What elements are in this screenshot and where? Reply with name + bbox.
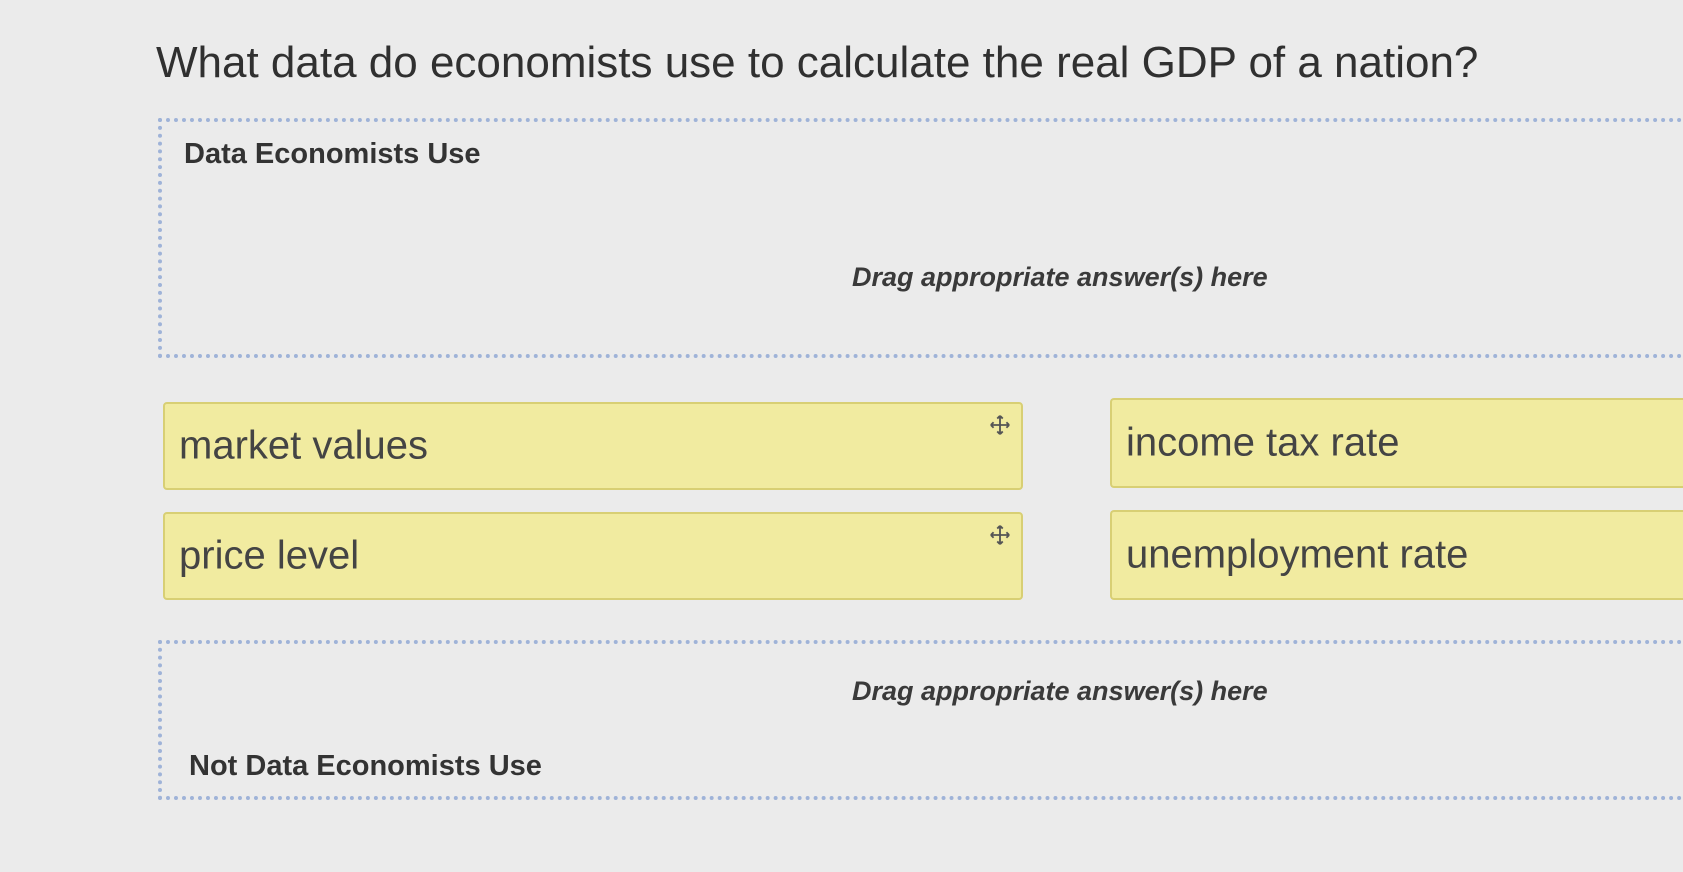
- answer-card-label: market values: [179, 423, 428, 468]
- answer-card-price-level[interactable]: price level: [163, 512, 1023, 600]
- dropzone-not-data-economists-use[interactable]: Drag appropriate answer(s) here Not Data…: [158, 640, 1683, 800]
- move-icon[interactable]: [989, 524, 1011, 546]
- question-text: What data do economists use to calculate…: [156, 38, 1479, 87]
- dropzone-title: Data Economists Use: [184, 138, 481, 170]
- move-icon[interactable]: [989, 414, 1011, 436]
- answer-card-income-tax-rate[interactable]: income tax rate: [1110, 398, 1683, 488]
- dropzone-hint: Drag appropriate answer(s) here: [852, 676, 1268, 706]
- dropzone-hint: Drag appropriate answer(s) here: [852, 262, 1268, 292]
- answer-card-label: income tax rate: [1126, 420, 1400, 465]
- dropzone-title: Not Data Economists Use: [189, 750, 542, 782]
- dropzone-data-economists-use[interactable]: Data Economists Use Drag appropriate ans…: [158, 118, 1683, 358]
- answer-card-label: unemployment rate: [1126, 532, 1469, 577]
- answer-card-market-values[interactable]: market values: [163, 402, 1023, 490]
- answer-card-label: price level: [179, 533, 360, 578]
- answer-card-unemployment-rate[interactable]: unemployment rate: [1110, 510, 1683, 600]
